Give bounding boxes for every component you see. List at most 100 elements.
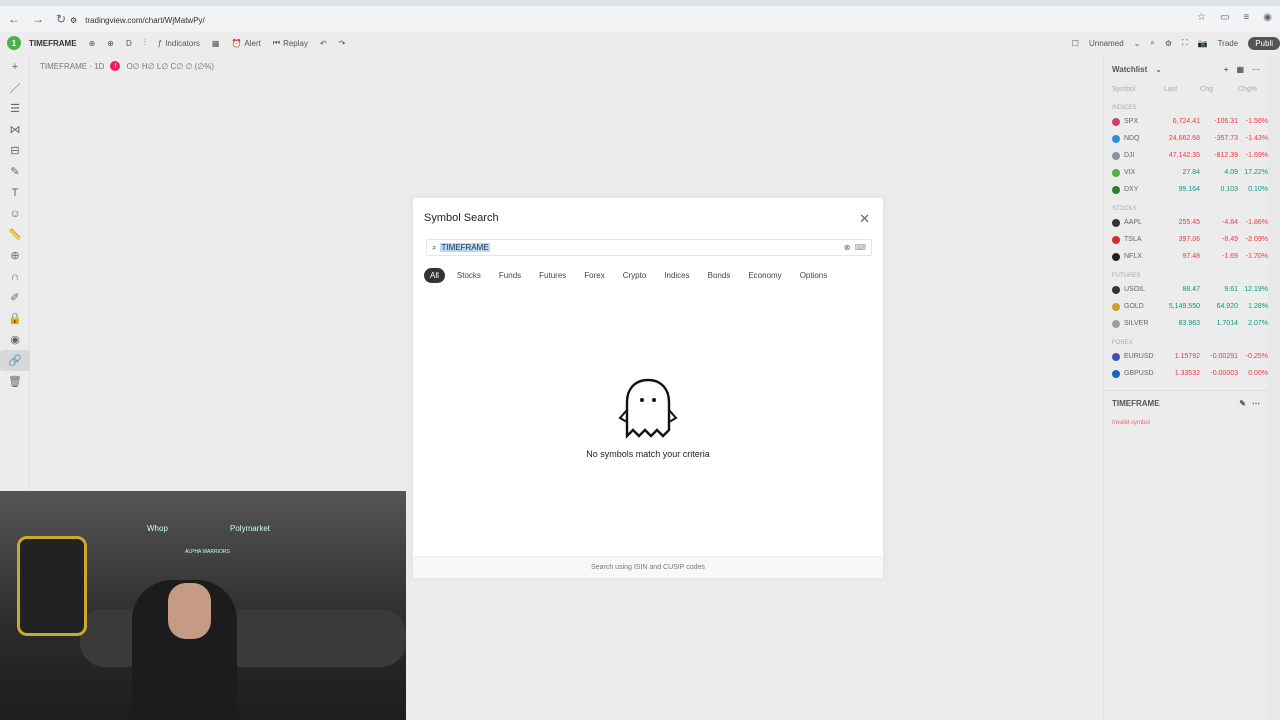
link-icon[interactable]: 🔗 [0,350,30,371]
search-input[interactable]: TIMEFRAME [440,243,490,252]
more-icon[interactable]: ⋯ [1252,399,1260,408]
emoji-icon[interactable]: ☺ [0,203,30,224]
pattern-icon[interactable]: ⋈ [0,119,30,140]
watchlist-row[interactable]: SILVER 83.963 1.7014 2.07% [1104,315,1268,332]
trash-icon[interactable]: 🗑 [0,371,30,392]
symbol-cell: TSLA [1112,235,1164,244]
symbol-cell: USOIL [1112,285,1164,294]
watchlist-row[interactable]: EURUSD 1.15792 -0.00291 -0.25% [1104,348,1268,365]
layout-icon[interactable]: ▦ [1236,65,1244,74]
col-symbol[interactable]: Symbol [1112,86,1164,93]
edit-icon[interactable]: ✎ [1239,399,1246,408]
symbol-name: DJI [1124,152,1135,159]
col-chg[interactable]: Chg [1200,86,1238,93]
eye-icon[interactable]: ◉ [0,329,30,350]
search-field[interactable]: ⌕ TIMEFRAME ⊗ ⌨ [426,239,872,256]
site-info-icon[interactable]: ⚙ [70,16,77,25]
watchlist-row[interactable]: VIX 27.84 4.09 17.22% [1104,164,1268,181]
magnet-icon[interactable]: ∩ [0,266,30,287]
clear-icon[interactable]: ⊗ [844,243,851,252]
symbol-name: USOIL [1124,286,1146,293]
chart-type-icon[interactable]: ⫶ [144,38,146,48]
chevron-down-icon[interactable]: ⌄ [1134,39,1141,48]
keyboard-icon[interactable]: ⌨ [854,243,866,252]
replay-button[interactable]: ⏮ Replay [273,38,308,48]
indicators-button[interactable]: ƒ Indicators [158,39,200,48]
bookmark-star-icon[interactable]: ☆ [1197,12,1206,23]
filter-chip[interactable]: Indices [658,268,695,283]
publish-button[interactable]: Publi [1248,36,1280,50]
legend-ohlc: O∅ H∅ L∅ C∅ ∅ (∅%) [126,61,215,71]
watchlist-row[interactable]: TSLA 397.06 -8.49 -2.09% [1104,231,1268,248]
alert-button[interactable]: ⏰ Alert [231,39,260,48]
text-icon[interactable]: T [0,182,30,203]
watchlist-row[interactable]: GBPUSD 1.33532 -0.00003 0.00% [1104,365,1268,382]
compare-icon[interactable]: ⊕ [89,39,96,48]
reload-icon[interactable]: ↻ [56,12,66,26]
add-symbol-icon[interactable]: + [1224,65,1229,74]
chg-cell: -4.84 [1222,219,1238,226]
col-chgpct[interactable]: Chg% [1238,86,1268,93]
more-icon[interactable]: ⋯ [1252,65,1260,74]
filter-chip[interactable]: Options [794,268,834,283]
lock-icon[interactable]: 🔒 [0,308,30,329]
watchlist-section-header[interactable]: FOREX [1104,332,1268,348]
symbol-title[interactable]: TIMEFRAME [29,39,77,48]
watchlist-section-header[interactable]: STOCKS [1104,198,1268,214]
back-icon[interactable]: ← [8,12,20,26]
watchlist-row[interactable]: NFLX 97.48 -1.69 -1.70% [1104,248,1268,265]
filter-chip[interactable]: Futures [533,268,572,283]
watchlist-row[interactable]: NDQ 24,662.68 -357.73 -1.43% [1104,130,1268,147]
watchlist-row[interactable]: DXY 99.164 0.103 0.10% [1104,181,1268,198]
address-bar[interactable]: ⚙ tradingview.com/chart/WjMatwPy/ [70,11,1200,29]
projection-icon[interactable]: ⊟ [0,140,30,161]
eraser-icon[interactable]: ✐ [0,287,30,308]
ruler-icon[interactable]: 📏 [0,224,30,245]
indicators-label: Indicators [165,38,200,48]
symbol-cell: NFLX [1112,252,1164,261]
error-icon[interactable]: ! [110,61,121,71]
last-cell: 47,142.35 [1168,152,1200,159]
menu-icon[interactable]: ≡ [1243,12,1249,23]
filter-chip[interactable]: Economy [742,268,787,283]
fullscreen-icon[interactable]: ⛶ [1182,38,1188,48]
filter-chip[interactable]: Stocks [451,268,487,283]
interval-button[interactable]: D [126,39,132,48]
watchlist-row[interactable]: USOIL 88.47 9.61 12.19% [1104,281,1268,298]
forward-icon[interactable]: → [32,12,44,26]
fib-icon[interactable]: ☰ [0,98,30,119]
templates-icon[interactable]: ▦ [212,39,220,48]
filter-chip[interactable]: All [424,268,445,283]
crosshair-icon[interactable]: + [0,56,30,77]
settings-icon[interactable]: ⚙ [1165,39,1172,48]
tab-search-icon[interactable]: ▭ [1220,12,1229,23]
watchlist-row[interactable]: DJI 47,142.35 -812.39 -1.69% [1104,147,1268,164]
chevron-down-icon[interactable]: ⌄ [1155,65,1162,74]
watchlist-title[interactable]: Watchlist [1112,65,1147,74]
close-icon[interactable]: ✕ [859,211,870,227]
layout-icon[interactable]: ☐ [1072,39,1079,48]
add-icon[interactable]: ⊕ [107,39,114,48]
undo-icon[interactable]: ↶ [320,39,327,48]
zoom-icon[interactable]: ⊕ [0,245,30,266]
trendline-icon[interactable]: ／ [0,77,30,98]
filter-chip[interactable]: Bonds [702,268,737,283]
redo-icon[interactable]: ↷ [339,39,346,48]
col-last[interactable]: Last [1164,86,1200,93]
filter-chip[interactable]: Funds [493,268,527,283]
filter-chip[interactable]: Crypto [617,268,653,283]
watchlist-row[interactable]: AAPL 255.45 -4.84 -1.86% [1104,214,1268,231]
last-cell: 397.06 [1178,236,1200,243]
avatar[interactable]: 1 [7,36,21,50]
camera-icon[interactable]: 📷 [1198,39,1208,48]
profile-icon[interactable]: ◉ [1263,12,1272,23]
filter-chip[interactable]: Forex [578,268,610,283]
watchlist-row[interactable]: SPX 6,724.41 -106.31 -1.56% [1104,113,1268,130]
layout-name[interactable]: Unnamed [1089,39,1124,48]
brush-icon[interactable]: ✎ [0,161,30,182]
trade-button[interactable]: Trade [1218,39,1239,48]
watchlist-section-header[interactable]: INDICES [1104,97,1268,113]
watchlist-row[interactable]: GOLD 5,149.550 64.920 1.28% [1104,298,1268,315]
search-icon[interactable]: ⌕ [1150,38,1154,48]
watchlist-section-header[interactable]: FUTURES [1104,265,1268,281]
